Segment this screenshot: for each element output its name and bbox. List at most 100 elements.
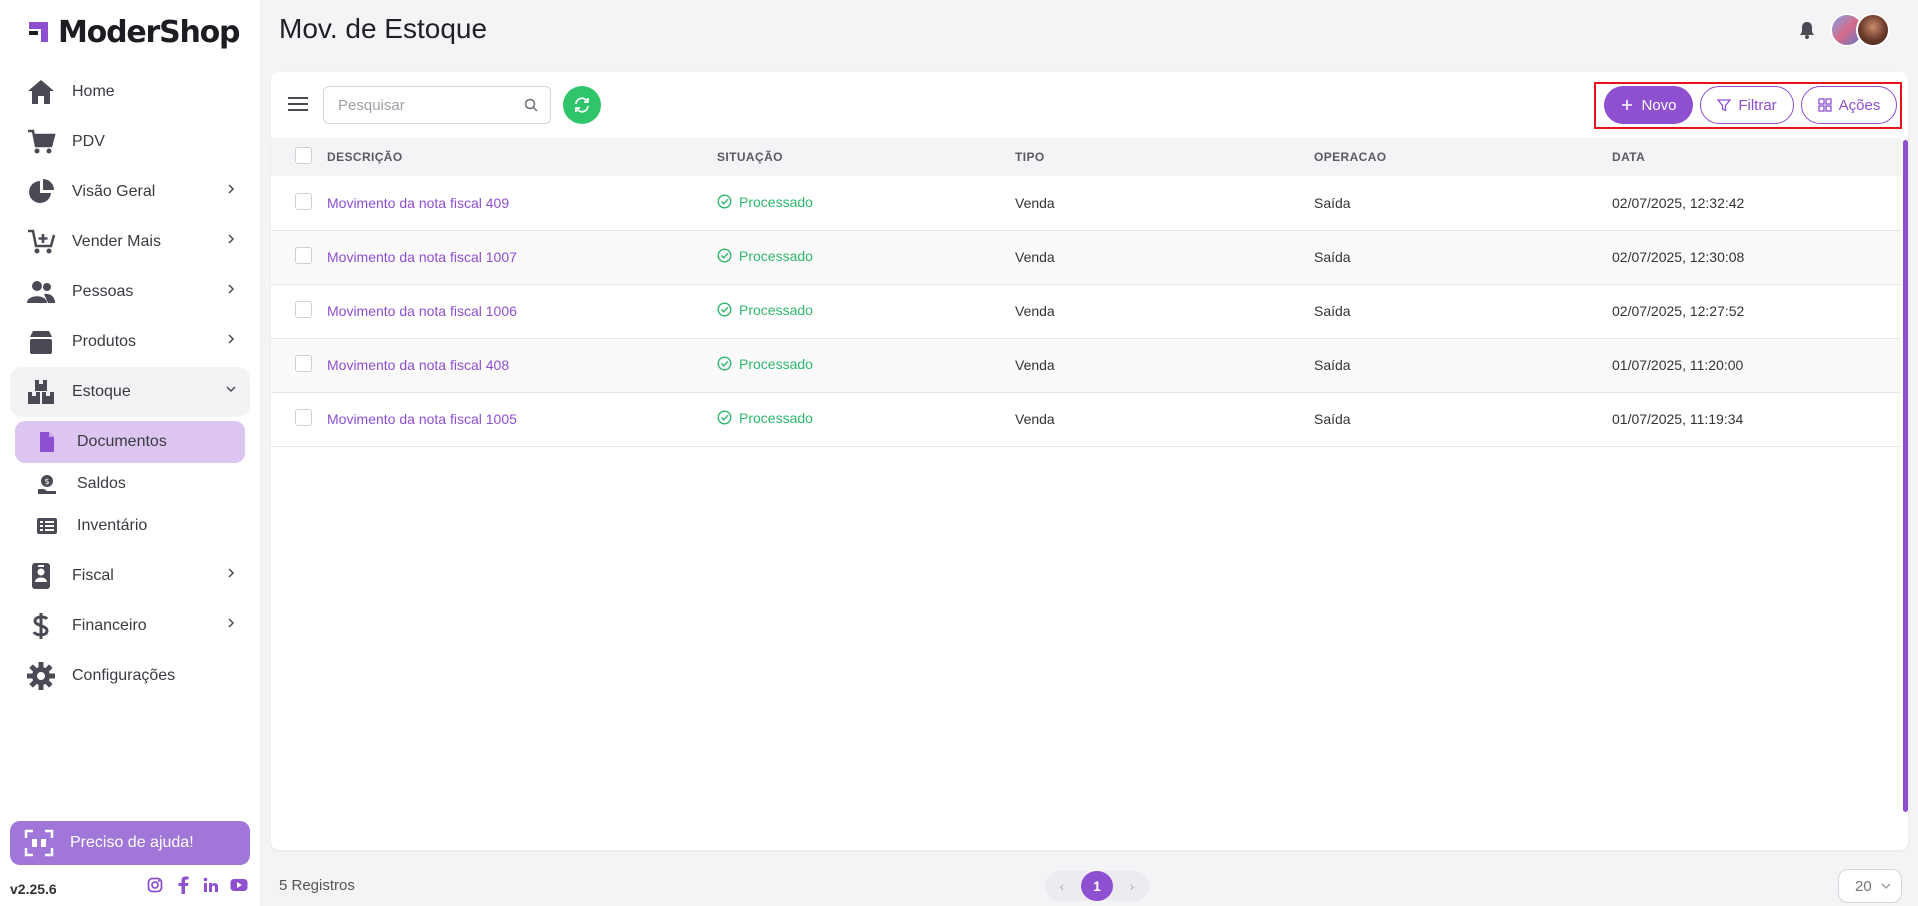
cell-operacao: Saída: [1314, 194, 1351, 211]
select-all-checkbox[interactable]: [295, 147, 312, 164]
svg-text:$: $: [44, 477, 49, 486]
refresh-icon: [575, 97, 589, 113]
column-header-situacao[interactable]: SITUAÇÃO: [717, 138, 1015, 176]
hamburger-menu-icon[interactable]: [287, 95, 309, 113]
bell-icon[interactable]: [1797, 20, 1817, 40]
per-page-value: 20: [1855, 877, 1872, 895]
status-text: Processado: [739, 409, 813, 426]
sidebar-subitem-documentos[interactable]: Documentos: [15, 421, 245, 463]
cell-operacao: Saída: [1314, 411, 1351, 427]
sidebar-item-label: Fiscal: [72, 567, 114, 584]
row-checkbox[interactable]: [295, 355, 312, 372]
sidebar-item-produtos[interactable]: Produtos: [10, 317, 250, 367]
sidebar-item-financeiro[interactable]: Financeiro: [10, 601, 250, 651]
pagination: ‹ 1 ›: [1045, 871, 1149, 901]
sidebar-item-estoque[interactable]: Estoque: [10, 367, 250, 417]
search-input[interactable]: [324, 87, 514, 123]
dollar-icon: [24, 609, 58, 643]
logo[interactable]: ModerShop: [26, 12, 241, 52]
cell-tipo: Venda: [1015, 357, 1055, 373]
column-header-descricao[interactable]: DESCRIÇÃO: [327, 138, 717, 176]
check-circle-icon: [717, 410, 732, 425]
user-avatars[interactable]: [1830, 12, 1892, 48]
sidebar-item-home[interactable]: Home: [10, 67, 250, 117]
status-badge: Processado: [717, 356, 813, 372]
table-row[interactable]: Movimento da nota fiscal 408 Processado …: [271, 338, 1901, 392]
next-page-icon[interactable]: ›: [1125, 878, 1139, 894]
help-label: Preciso de ajuda!: [70, 834, 194, 851]
facebook-icon[interactable]: [174, 876, 192, 894]
page-button-current[interactable]: 1: [1081, 871, 1113, 901]
table-row[interactable]: Movimento da nota fiscal 1005 Processado…: [271, 392, 1901, 446]
row-checkbox[interactable]: [295, 301, 312, 318]
instagram-icon[interactable]: [146, 876, 164, 894]
acoes-button[interactable]: Ações: [1801, 86, 1897, 124]
estoque-submenu: Documentos $ Saldos Inventário: [10, 421, 250, 547]
cart-icon: [24, 125, 58, 159]
sidebar-item-label: Estoque: [72, 383, 131, 400]
sidebar-subitem-inventario[interactable]: Inventário: [15, 505, 245, 547]
row-description-link[interactable]: Movimento da nota fiscal 1007: [327, 249, 517, 265]
sidebar-item-label: PDV: [72, 133, 105, 150]
column-header-tipo[interactable]: TIPO: [1015, 138, 1314, 176]
row-description-link[interactable]: Movimento da nota fiscal 408: [327, 357, 509, 373]
acoes-label: Ações: [1838, 96, 1881, 114]
filtrar-label: Filtrar: [1738, 96, 1777, 114]
row-checkbox[interactable]: [295, 192, 312, 210]
cell-data: 02/07/2025, 12:32:42: [1612, 194, 1745, 211]
prev-page-icon[interactable]: ‹: [1055, 878, 1069, 894]
refresh-button[interactable]: [563, 86, 601, 124]
status-text: Processado: [739, 193, 813, 210]
records-count: 5 Registros: [279, 877, 355, 894]
youtube-icon[interactable]: [230, 876, 248, 894]
row-checkbox[interactable]: [295, 247, 312, 264]
sidebar-item-label: Visão Geral: [72, 183, 156, 200]
sidebar: ModerShop Home PDV Visão Geral Vender Ma…: [0, 0, 261, 906]
row-description-link[interactable]: Movimento da nota fiscal 1006: [327, 303, 517, 319]
novo-label: Novo: [1641, 96, 1677, 114]
per-page-select[interactable]: 20: [1838, 869, 1902, 903]
social-links: [146, 876, 248, 894]
sidebar-item-configuracoes[interactable]: Configurações: [10, 651, 250, 701]
sidebar-item-label: Home: [72, 83, 115, 100]
column-header-data[interactable]: DATA: [1612, 138, 1901, 176]
cell-operacao: Saída: [1314, 357, 1351, 373]
sidebar-item-pdv[interactable]: PDV: [10, 117, 250, 167]
table-row[interactable]: Movimento da nota fiscal 1006 Processado…: [271, 284, 1901, 338]
main-card: Novo Filtrar Ações DESCRIÇÃO SITUAÇÃO TI…: [271, 72, 1908, 850]
novo-button[interactable]: Novo: [1604, 86, 1693, 124]
table-row[interactable]: Movimento da nota fiscal 1007 Processado…: [271, 230, 1901, 284]
row-checkbox[interactable]: [295, 409, 312, 426]
sidebar-item-label: Configurações: [72, 667, 176, 684]
status-badge: Processado: [717, 302, 813, 318]
toolbar: Novo Filtrar Ações: [271, 72, 1908, 138]
row-description-link[interactable]: Movimento da nota fiscal 1005: [327, 411, 517, 427]
home-icon: [24, 75, 58, 109]
cell-tipo: Venda: [1015, 249, 1055, 265]
sidebar-item-pessoas[interactable]: Pessoas: [10, 267, 250, 317]
sidebar-item-label: Pessoas: [72, 283, 134, 300]
filtrar-button[interactable]: Filtrar: [1700, 86, 1794, 124]
sidebar-subitem-saldos[interactable]: $ Saldos: [15, 463, 245, 505]
column-header-operacao[interactable]: OPERACAO: [1314, 138, 1612, 176]
sidebar-item-fiscal[interactable]: Fiscal: [10, 551, 250, 601]
status-badge: Processado: [717, 410, 813, 426]
table-row[interactable]: Movimento da nota fiscal 409 Processado …: [271, 176, 1901, 230]
search-icon[interactable]: [524, 98, 538, 112]
linkedin-icon[interactable]: [202, 876, 220, 894]
cell-data: 02/07/2025, 12:27:52: [1612, 303, 1745, 319]
gear-icon: [24, 659, 58, 693]
moder-logo-icon: [29, 22, 48, 42]
chevron-right-icon: [228, 234, 235, 244]
sidebar-item-vender-mais[interactable]: Vender Mais: [10, 217, 250, 267]
table-scrollbar[interactable]: [1903, 140, 1908, 812]
help-button[interactable]: Preciso de ajuda!: [10, 821, 250, 865]
table-header-row: DESCRIÇÃO SITUAÇÃO TIPO OPERACAO DATA: [271, 138, 1901, 176]
sidebar-item-label: Financeiro: [72, 617, 147, 634]
sidebar-subitem-label: Inventário: [77, 517, 148, 534]
row-description-link[interactable]: Movimento da nota fiscal 409: [327, 195, 509, 211]
check-circle-icon: [717, 302, 732, 317]
sidebar-item-visao-geral[interactable]: Visão Geral: [10, 167, 250, 217]
users-icon: [24, 275, 58, 309]
help-icon: [24, 829, 54, 857]
